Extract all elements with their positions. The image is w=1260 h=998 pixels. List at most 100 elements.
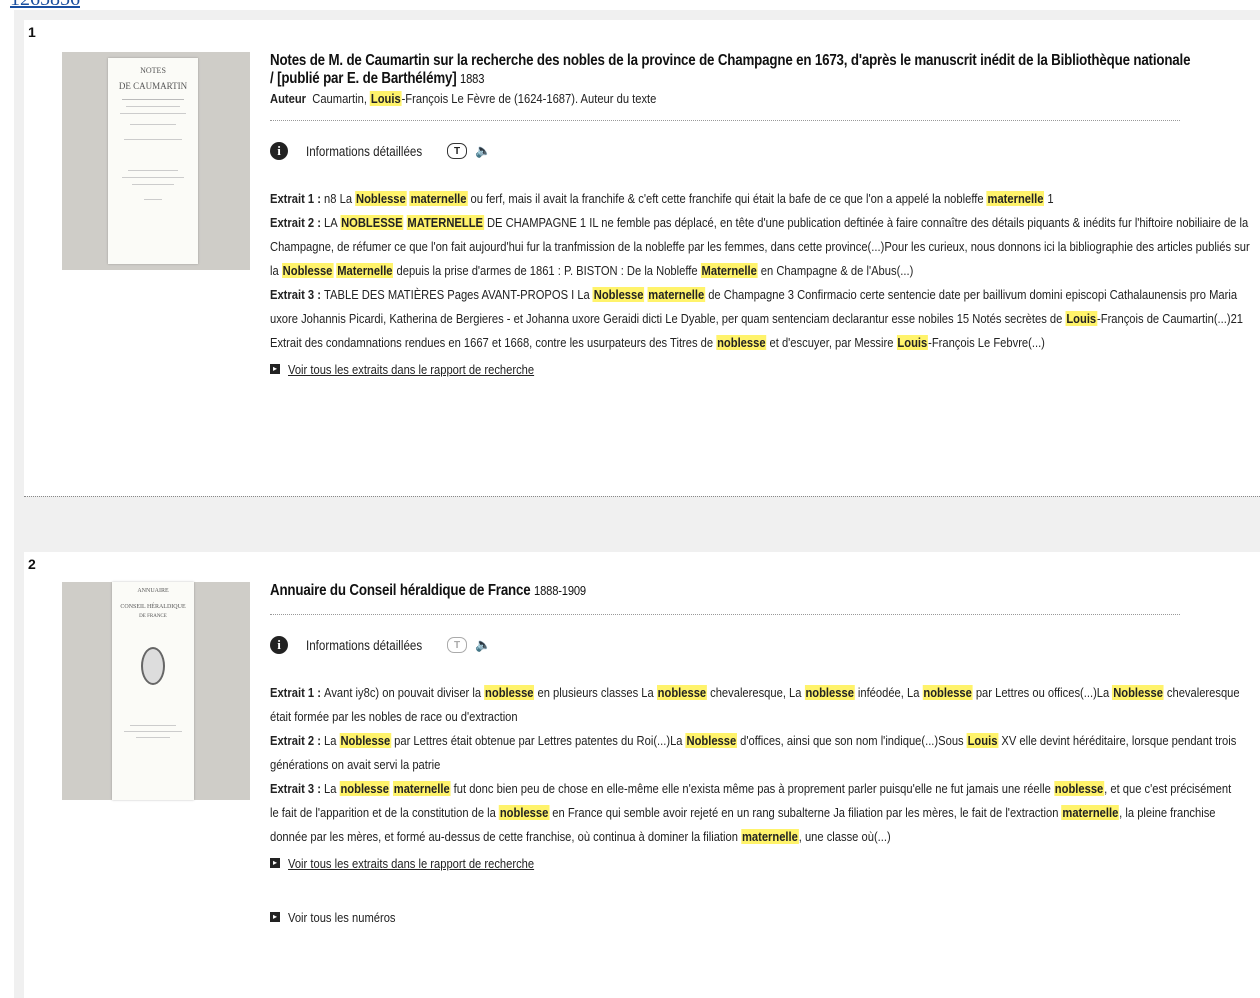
extract-line: uxore Johannis Picardi, Katherina de Ber… bbox=[270, 307, 1260, 331]
title-line-2: / [publié par E. de Barthélémy] bbox=[270, 70, 457, 87]
extract-text: DE CHAMPAGNE 1 IL ne femble pas déplacé,… bbox=[483, 215, 1249, 230]
voir-numeros[interactable]: ▸ Voir tous les numéros bbox=[270, 905, 1260, 929]
search-highlight: noblesse bbox=[716, 335, 767, 350]
extract-text: XV elle devint héréditaire, lorsque pend… bbox=[998, 733, 1237, 748]
extract-text: -François Le Febvre(...) bbox=[928, 335, 1045, 350]
search-highlight: Noblesse bbox=[355, 191, 407, 206]
thumb-line: DE FRANCE bbox=[139, 614, 167, 619]
extract-line: générations on avait servi la patrie bbox=[270, 753, 1260, 777]
voir-extraits[interactable]: ▸ Voir tous les extraits dans le rapport… bbox=[270, 851, 1260, 875]
arrow-right-icon: ▸ bbox=[270, 364, 280, 374]
extract-line: était formée par les nobles de race ou d… bbox=[270, 705, 1260, 729]
info-label[interactable]: Informations détaillées bbox=[306, 144, 422, 159]
extract-line: Extrait des condamnations rendues en 166… bbox=[270, 331, 1260, 355]
extract-label: Extrait 3 : bbox=[270, 287, 325, 302]
extract-line: Extrait 3 : TABLE DES MATIÈRES Pages AVA… bbox=[270, 283, 1260, 307]
search-highlight: Noblesse bbox=[592, 287, 645, 302]
extract-line: Extrait 1 : n8 La Noblesse maternelle ou… bbox=[270, 187, 1260, 211]
thumbnail[interactable]: ANNUAIRE CONSEIL HÉRALDIQUE DE FRANCE bbox=[62, 582, 250, 800]
voir-extraits-link[interactable]: Voir tous les extraits dans le rapport d… bbox=[288, 856, 534, 871]
search-highlight: maternelle bbox=[647, 287, 706, 302]
extract-text: La bbox=[324, 781, 340, 796]
search-highlight: Noblesse bbox=[281, 263, 334, 278]
divider bbox=[270, 120, 1180, 121]
extract-text: LA bbox=[324, 215, 341, 230]
search-highlight: MATERNELLE bbox=[406, 215, 484, 230]
result-title[interactable]: Annuaire du Conseil héraldique de France… bbox=[270, 582, 1259, 600]
extract-text: inféodée, La bbox=[854, 685, 923, 700]
result-item-1: 1 NOTES DE CAUMARTIN Notes de M. de Caum… bbox=[24, 20, 1260, 496]
extract-text: et d'escuyer, par Messire bbox=[766, 335, 897, 350]
search-highlight: Noblesse bbox=[1112, 685, 1164, 700]
extract-line: le fait de l'apparition et de la constit… bbox=[270, 801, 1260, 825]
seal-emblem bbox=[141, 647, 165, 685]
search-highlight: maternelle bbox=[986, 191, 1045, 206]
thumbnail-page: ANNUAIRE CONSEIL HÉRALDIQUE DE FRANCE bbox=[112, 582, 194, 800]
search-highlight: noblesse bbox=[656, 685, 708, 700]
thumb-line: DE CAUMARTIN bbox=[118, 81, 188, 91]
author-label: Auteur bbox=[270, 91, 307, 106]
thumb-line: CONSEIL HÉRALDIQUE bbox=[120, 604, 186, 610]
voir-extraits-link[interactable]: Voir tous les extraits dans le rapport d… bbox=[288, 362, 534, 377]
result-rank: 1 bbox=[28, 24, 36, 40]
speaker-icon: 🔈 bbox=[475, 637, 492, 652]
info-row: i Informations détaillées T 🔈 bbox=[270, 633, 1260, 657]
extract-line: la Noblesse Maternelle depuis la prise d… bbox=[270, 259, 1260, 283]
extract-line: Extrait 3 : La noblesse maternelle fut d… bbox=[270, 777, 1260, 801]
extract-text: était formée par les nobles de race ou d… bbox=[270, 709, 518, 724]
search-highlight: noblesse bbox=[1053, 781, 1105, 796]
extract-text: en Champagne & de l'Abus(...) bbox=[757, 263, 914, 278]
extract-text: la bbox=[270, 263, 282, 278]
divider bbox=[270, 614, 1180, 615]
search-highlight: noblesse bbox=[804, 685, 855, 700]
text-mode-icon[interactable]: T bbox=[447, 143, 468, 159]
extract-text: , une classe où(...) bbox=[798, 829, 891, 844]
search-highlight: maternelle bbox=[409, 191, 468, 206]
result-title[interactable]: Notes de M. de Caumartin sur la recherch… bbox=[270, 52, 1259, 88]
search-highlight: noblesse bbox=[339, 781, 390, 796]
extract-text: TABLE DES MATIÈRES Pages AVANT-PROPOS I … bbox=[324, 287, 593, 302]
extracts: Extrait 1 : n8 La Noblesse maternelle ou… bbox=[270, 187, 1260, 355]
info-label[interactable]: Informations détaillées bbox=[306, 638, 422, 653]
extract-text: Extrait des condamnations rendues en 166… bbox=[270, 335, 717, 350]
arrow-right-icon: ▸ bbox=[270, 912, 280, 922]
voir-numeros-link[interactable]: Voir tous les numéros bbox=[288, 910, 396, 925]
extract-label: Extrait 1 : bbox=[270, 685, 325, 700]
search-highlight: maternelle bbox=[741, 829, 799, 844]
text-mode-icon: T bbox=[447, 637, 468, 653]
info-icon[interactable]: i bbox=[270, 636, 288, 654]
separator bbox=[24, 496, 1260, 497]
extract-line: donnée par les mères, et formé au-dessus… bbox=[270, 825, 1260, 849]
info-icon[interactable]: i bbox=[270, 142, 288, 160]
extract-label: Extrait 1 : bbox=[270, 191, 325, 206]
search-highlight: noblesse bbox=[484, 685, 535, 700]
thumbnail[interactable]: NOTES DE CAUMARTIN bbox=[62, 52, 250, 270]
extract-text: , la pleine franchise bbox=[1119, 805, 1216, 820]
extract-line: Extrait 2 : LA NOBLESSE MATERNELLE DE CH… bbox=[270, 211, 1260, 235]
extract-text: chevaleresque bbox=[1163, 685, 1240, 700]
search-highlight: Louis bbox=[966, 733, 999, 748]
extract-text: Champagne, de réfumer ce que l'on fait a… bbox=[270, 239, 1250, 254]
speaker-icon[interactable]: 🔈 bbox=[475, 143, 491, 159]
result-rank: 2 bbox=[28, 556, 36, 572]
result-date: 1888-1909 bbox=[534, 583, 586, 598]
info-row: i Informations détaillées T 🔈 bbox=[270, 139, 1260, 163]
extract-text: d'offices, ainsi que son nom l'indique(.… bbox=[737, 733, 967, 748]
extract-label: Extrait 2 : bbox=[270, 733, 325, 748]
search-highlight: Louis bbox=[1065, 311, 1098, 326]
author-post: -François Le Fèvre de (1624-1687). Auteu… bbox=[401, 91, 657, 106]
extract-text: Avant iy8c) on pouvait diviser la bbox=[324, 685, 485, 700]
extract-text: -François de Caumartin(...)21 bbox=[1097, 311, 1244, 326]
search-highlight: noblesse bbox=[498, 805, 550, 820]
extract-text: depuis la prise d'armes de 1861 : P. BIS… bbox=[393, 263, 701, 278]
search-highlight: noblesse bbox=[922, 685, 973, 700]
voir-extraits[interactable]: ▸ Voir tous les extraits dans le rapport… bbox=[270, 357, 1260, 381]
search-highlight: Maternelle bbox=[336, 263, 394, 278]
search-highlight: NOBLESSE bbox=[340, 215, 404, 230]
extract-label: Extrait 2 : bbox=[270, 215, 325, 230]
thumb-line: ANNUAIRE bbox=[137, 588, 169, 594]
author-pre: Caumartin, bbox=[312, 91, 367, 106]
title-line-1: Annuaire du Conseil héraldique de France bbox=[270, 582, 531, 599]
extract-text: , et que c'est précisément bbox=[1104, 781, 1232, 796]
search-highlight: Louis bbox=[896, 335, 929, 350]
